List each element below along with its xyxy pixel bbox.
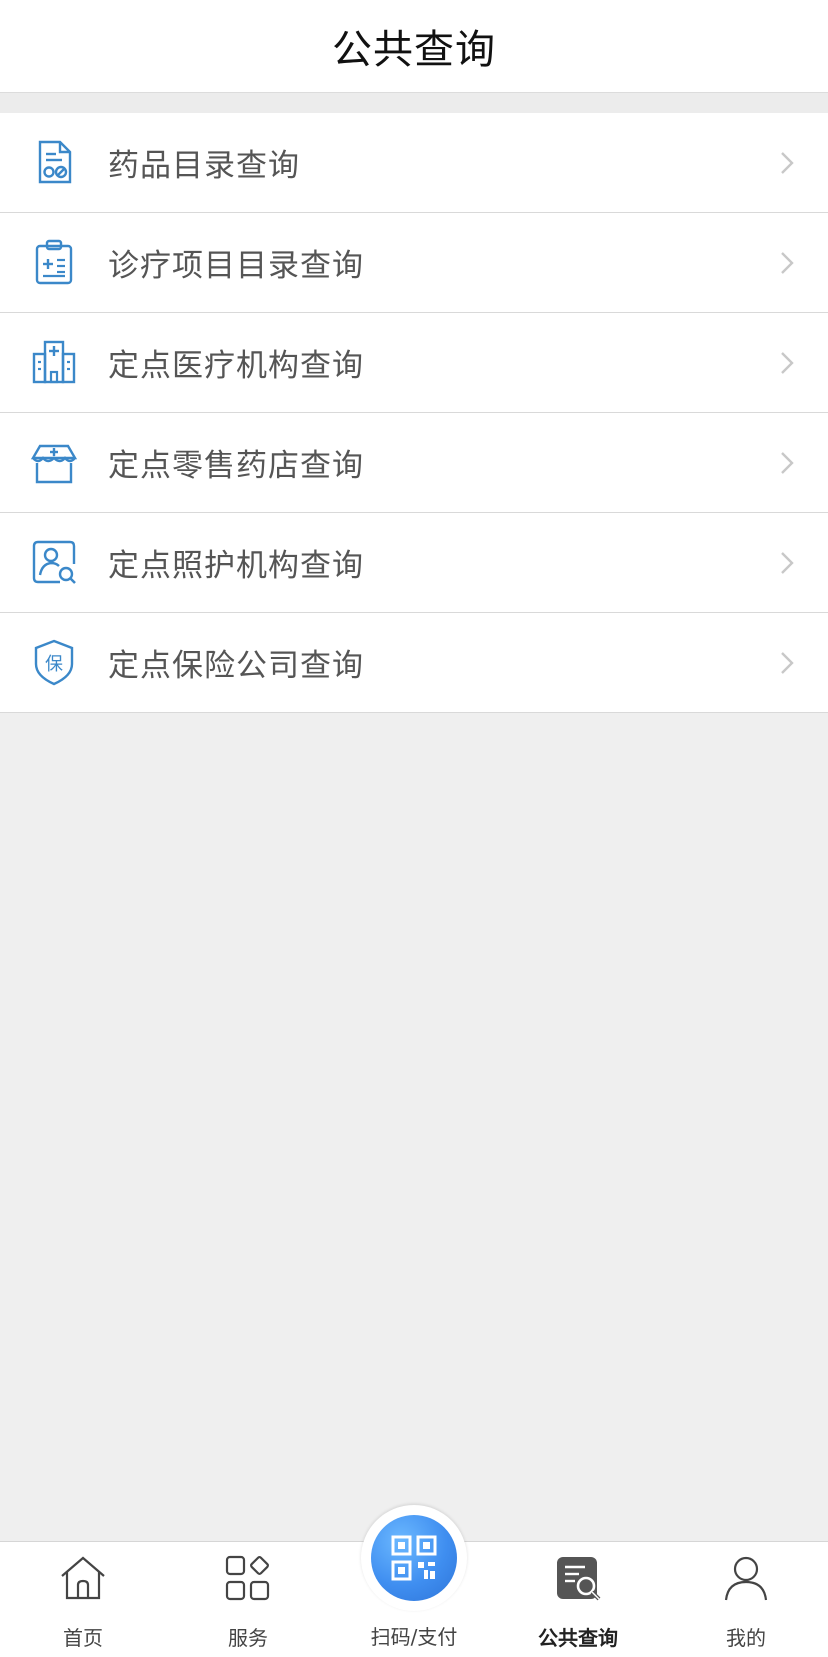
menu-item-label: 定点医疗机构查询 xyxy=(108,348,364,384)
menu-item-label: 定点零售药店查询 xyxy=(108,448,364,484)
menu-item-label: 定点照护机构查询 xyxy=(108,548,364,584)
page-title: 公共查询 xyxy=(332,27,496,73)
top-bar: 公共查询 xyxy=(0,0,828,93)
tab-label: 首页 xyxy=(63,1626,103,1650)
scan-button-circle xyxy=(371,1515,457,1601)
insurance-shield-icon: 保 xyxy=(34,639,74,686)
user-profile-icon xyxy=(724,1556,768,1601)
chevron-right-icon xyxy=(781,352,794,374)
home-icon xyxy=(61,1556,105,1600)
qr-code-icon xyxy=(391,1535,437,1581)
tab-label: 服务 xyxy=(228,1626,268,1650)
clipboard-medical-icon xyxy=(35,239,73,285)
tab-services[interactable]: 服务 xyxy=(168,1542,328,1657)
chevron-right-icon xyxy=(781,452,794,474)
menu-item-label: 药品目录查询 xyxy=(108,148,300,184)
tab-mine[interactable]: 我的 xyxy=(666,1542,826,1657)
document-search-icon xyxy=(557,1557,601,1601)
query-menu-list: 药品目录查询 诊疗项目目录查询 定点医疗机构查询 定点零售药店查询 定点照护机构… xyxy=(0,113,828,713)
person-search-icon xyxy=(32,540,76,584)
chevron-right-icon xyxy=(781,152,794,174)
menu-item-care-institution[interactable]: 定点照护机构查询 xyxy=(0,513,828,613)
grid-apps-icon xyxy=(225,1555,270,1601)
menu-item-medical-institution[interactable]: 定点医疗机构查询 xyxy=(0,313,828,413)
hospital-building-icon xyxy=(32,340,76,384)
menu-item-label: 诊疗项目目录查询 xyxy=(108,248,364,284)
menu-item-label: 定点保险公司查询 xyxy=(108,648,364,684)
pharmacy-store-icon xyxy=(30,444,78,484)
tab-home[interactable]: 首页 xyxy=(3,1542,163,1657)
scan-pay-button[interactable] xyxy=(361,1505,467,1611)
chevron-right-icon xyxy=(781,252,794,274)
chevron-right-icon xyxy=(781,552,794,574)
menu-item-drug-catalog[interactable]: 药品目录查询 xyxy=(0,113,828,213)
chevron-right-icon xyxy=(781,652,794,674)
svg-text:保: 保 xyxy=(45,654,63,675)
tab-label: 公共查询 xyxy=(538,1626,618,1650)
medicine-list-icon xyxy=(38,140,72,184)
menu-item-treatment-catalog[interactable]: 诊疗项目目录查询 xyxy=(0,213,828,313)
section-gap xyxy=(0,93,828,113)
tab-label: 我的 xyxy=(726,1626,766,1650)
tab-public-query[interactable]: 公共查询 xyxy=(498,1542,658,1657)
scan-pay-label: 扫码/支付 xyxy=(370,1625,458,1649)
menu-item-insurance-company[interactable]: 保 定点保险公司查询 xyxy=(0,613,828,713)
menu-item-retail-pharmacy[interactable]: 定点零售药店查询 xyxy=(0,413,828,513)
